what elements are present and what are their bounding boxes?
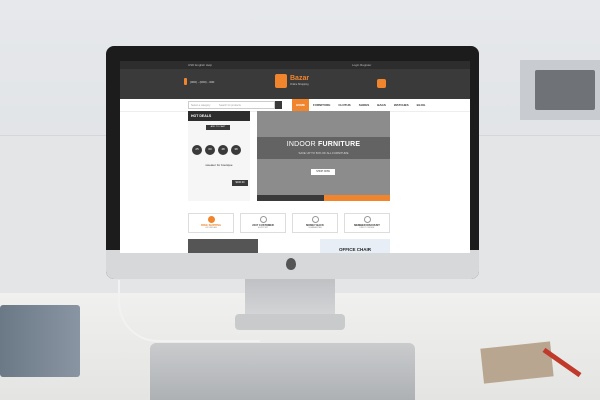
cable [118,280,260,342]
feature-sub: ON ORDER [205,227,217,229]
truck-icon [207,216,215,223]
feature-money-back: MONEY BACK GUARANTEE [292,213,338,233]
background-monitor [535,70,595,110]
book [0,305,80,377]
menu-item-home[interactable]: HOME [292,99,309,111]
product-price: $100.00 [232,180,248,186]
menu-item-bags[interactable]: BAGS [373,99,390,111]
slider-nav-prev[interactable] [257,195,324,201]
countdown-days: 25 [192,145,202,155]
hot-deals-panel: ADD TO CART 25 00 48 38 sweater for bout… [188,121,250,201]
apple-logo-icon [286,258,296,270]
banner-title: INDOOR FURNITURE [257,141,390,148]
logo[interactable]: Bazar [290,75,309,82]
menu-item-shoes[interactable]: SHOES [355,99,374,111]
main-menu: HOME FURNITURE CLOTHS SHOES BAGS WATCHES… [292,99,429,111]
product-name[interactable]: sweater for boutique [188,163,250,167]
cart-icon[interactable] [377,79,386,88]
feature-sub: SUPPORT [257,227,269,229]
menu-item-watches[interactable]: WATCHES [390,99,413,111]
hero-banner: INDOOR FURNITURE SAVE UP TO 50% OF ALL F… [257,111,390,197]
menu-item-blog[interactable]: BLOG [413,99,430,111]
topbar-links[interactable]: USD English Help [188,63,212,67]
header: (000) - (000) - 000 Bazar Online Shoppin… [120,69,470,99]
countdown-hours: 00 [205,145,215,155]
logo-tagline: Online Shopping [290,83,309,86]
search-input[interactable]: Select a category Search for products [188,101,275,109]
feature-sub: FIRST ORDER [359,227,375,229]
phone-number: (000) - (000) - 000 [190,80,215,84]
account-links[interactable]: Login Register [352,63,371,67]
menu-item-cloths[interactable]: CLOTHS [334,99,354,111]
promo-left[interactable] [188,239,258,253]
money-icon [311,216,319,223]
megaphone-icon [363,216,371,223]
feature-free-shipping: FREE SHIPPING ON ORDER [188,213,234,233]
headset-icon [259,216,267,223]
search-button[interactable] [275,101,282,109]
countdown-seconds: 38 [231,145,241,155]
feature-support: 24X7 CUSTOMER SUPPORT [240,213,286,233]
laptop [150,343,415,400]
hot-deals-title: HOT DEALS [188,111,250,121]
box [480,341,554,384]
website-screen: USD English Help Login Register (000) - … [120,61,470,253]
search-placeholder: Search for products [219,104,241,107]
office-chair-title: OFFICE CHAIR [339,247,371,252]
banner-subtitle: SAVE UP TO 50% OF ALL FURNITURE [298,151,349,155]
countdown: 25 00 48 38 [192,145,241,155]
add-to-cart-button[interactable]: ADD TO CART [206,125,230,130]
category-select[interactable]: Select a category [191,104,210,107]
slider-nav-next[interactable] [324,195,390,201]
feature-member-discount: MEMBER DISCOUNT FIRST ORDER [344,213,390,233]
menu-item-furniture[interactable]: FURNITURE [309,99,334,111]
monitor-foot [235,314,345,330]
shop-now-button[interactable]: SHOP NOW [311,169,335,175]
banner-title-bold: FURNITURE [318,141,361,148]
countdown-minutes: 48 [218,145,228,155]
banner-title-light: INDOOR [286,141,319,148]
top-bar: USD English Help Login Register [120,61,470,69]
feature-sub: GUARANTEE [308,227,322,229]
bag-icon [275,74,287,88]
phone-icon [184,78,187,85]
